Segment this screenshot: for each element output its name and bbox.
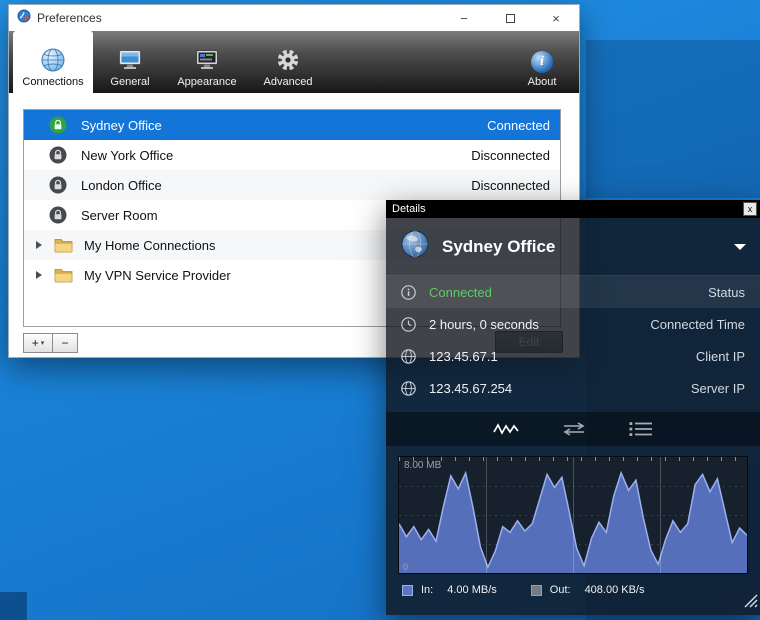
graph-gridline — [573, 457, 574, 573]
connection-name: London Office — [81, 178, 162, 193]
details-titlebar[interactable]: Details x — [386, 200, 760, 218]
globe-icon — [40, 46, 66, 73]
status-value: Connected — [429, 285, 492, 300]
expand-arrow-icon[interactable] — [36, 241, 42, 249]
connection-selector[interactable]: Sydney Office — [386, 218, 760, 276]
tab-label: About — [528, 76, 557, 88]
connected-time-label: Connected Time — [650, 317, 745, 332]
remove-connection-button[interactable]: − — [52, 333, 78, 353]
lock-disconnected-icon — [49, 206, 67, 224]
tab-label: Advanced — [264, 76, 313, 88]
details-body: Sydney Office Connected Status — [386, 218, 760, 615]
tab-label: Connections — [22, 76, 83, 88]
connected-time-row: 2 hours, 0 seconds Connected Time — [386, 308, 760, 340]
tab-appearance[interactable]: Appearance — [167, 31, 247, 93]
out-swatch-icon — [531, 585, 542, 596]
connection-status: Disconnected — [471, 178, 560, 193]
folder-name: My Home Connections — [84, 238, 216, 253]
clock-icon — [401, 317, 416, 332]
chevron-down-icon[interactable] — [734, 244, 746, 250]
log-list-icon[interactable] — [629, 421, 653, 437]
connection-row-london[interactable]: London Office Disconnected — [24, 170, 560, 200]
maximize-button[interactable] — [487, 5, 533, 31]
out-label: Out: — [550, 584, 571, 596]
status-row: Connected Status — [386, 276, 760, 308]
connection-name: Server Room — [81, 208, 158, 223]
folder-name: My VPN Service Provider — [84, 268, 231, 283]
wallpaper-shape — [586, 40, 760, 198]
lock-connected-icon — [49, 116, 67, 134]
add-button-label: + — [32, 336, 39, 350]
details-connection-name: Sydney Office — [442, 237, 555, 257]
preferences-titlebar[interactable]: Preferences − × — [9, 5, 579, 31]
client-ip-label: Client IP — [696, 349, 745, 364]
graph-max-label: 8.00 MB — [404, 460, 441, 471]
globe-icon — [401, 381, 416, 396]
graph-zero-label: 0 — [403, 562, 408, 572]
info-icon: i — [531, 46, 553, 73]
chevron-down-icon: ▾ — [41, 339, 45, 347]
connection-row-sydney[interactable]: Sydney Office Connected — [24, 110, 560, 140]
lock-disconnected-icon — [49, 176, 67, 194]
info-icon — [401, 285, 416, 300]
traffic-graph: 8.00 MB 0 — [398, 456, 748, 574]
tab-label: General — [110, 76, 149, 88]
lock-disconnected-icon — [49, 146, 67, 164]
app-icon — [17, 9, 31, 28]
graph-gridline — [660, 457, 661, 573]
globe-icon — [400, 229, 430, 264]
connection-name: Sydney Office — [81, 118, 162, 133]
tab-advanced[interactable]: Advanced — [251, 31, 325, 93]
transfer-arrows-icon[interactable] — [561, 421, 587, 437]
tab-general[interactable]: General — [99, 31, 161, 93]
add-connection-button[interactable]: + ▾ — [23, 333, 53, 353]
connection-status: Connected — [487, 118, 560, 133]
details-window-title: Details — [392, 203, 426, 215]
preferences-toolbar: Connections General — [9, 31, 579, 93]
traffic-graph-icon[interactable] — [493, 421, 519, 437]
connection-row-newyork[interactable]: New York Office Disconnected — [24, 140, 560, 170]
wallpaper-corner-shape — [0, 592, 27, 620]
folder-icon — [54, 267, 73, 283]
resize-grip[interactable] — [744, 594, 758, 613]
details-window: Details x Sydney Office — [386, 200, 760, 615]
graph-gridline — [486, 457, 487, 573]
gear-icon — [275, 46, 301, 73]
minimize-button[interactable]: − — [441, 5, 487, 31]
folder-icon — [54, 237, 73, 253]
maximize-icon — [506, 14, 515, 23]
out-value: 408.00 KB/s — [585, 584, 645, 596]
display-icon — [194, 46, 220, 73]
tab-label: Appearance — [177, 76, 236, 88]
globe-icon — [401, 349, 416, 364]
connection-status: Disconnected — [471, 148, 560, 163]
in-value: 4.00 MB/s — [447, 584, 497, 596]
tab-connections[interactable]: Connections — [13, 31, 93, 93]
computer-icon — [117, 46, 143, 73]
client-ip-value: 123.45.67.1 — [429, 349, 498, 364]
server-ip-row: 123.45.67.254 Server IP — [386, 372, 760, 404]
connected-time-value: 2 hours, 0 seconds — [429, 317, 539, 332]
details-toolbar — [386, 412, 760, 446]
info-icon-glyph: i — [531, 51, 553, 73]
server-ip-label: Server IP — [691, 381, 745, 396]
in-label: In: — [421, 584, 433, 596]
close-button[interactable]: × — [533, 5, 579, 31]
client-ip-row: 123.45.67.1 Client IP — [386, 340, 760, 372]
tab-about[interactable]: i About — [511, 31, 573, 93]
in-swatch-icon — [402, 585, 413, 596]
window-title: Preferences — [37, 11, 102, 25]
desktop: Preferences − × — [0, 0, 760, 620]
status-label: Status — [708, 285, 745, 300]
server-ip-value: 123.45.67.254 — [429, 381, 512, 396]
expand-arrow-icon[interactable] — [36, 271, 42, 279]
traffic-legend: In: 4.00 MB/s Out: 408.00 KB/s — [386, 584, 760, 596]
details-close-button[interactable]: x — [743, 202, 757, 216]
connection-name: New York Office — [81, 148, 173, 163]
